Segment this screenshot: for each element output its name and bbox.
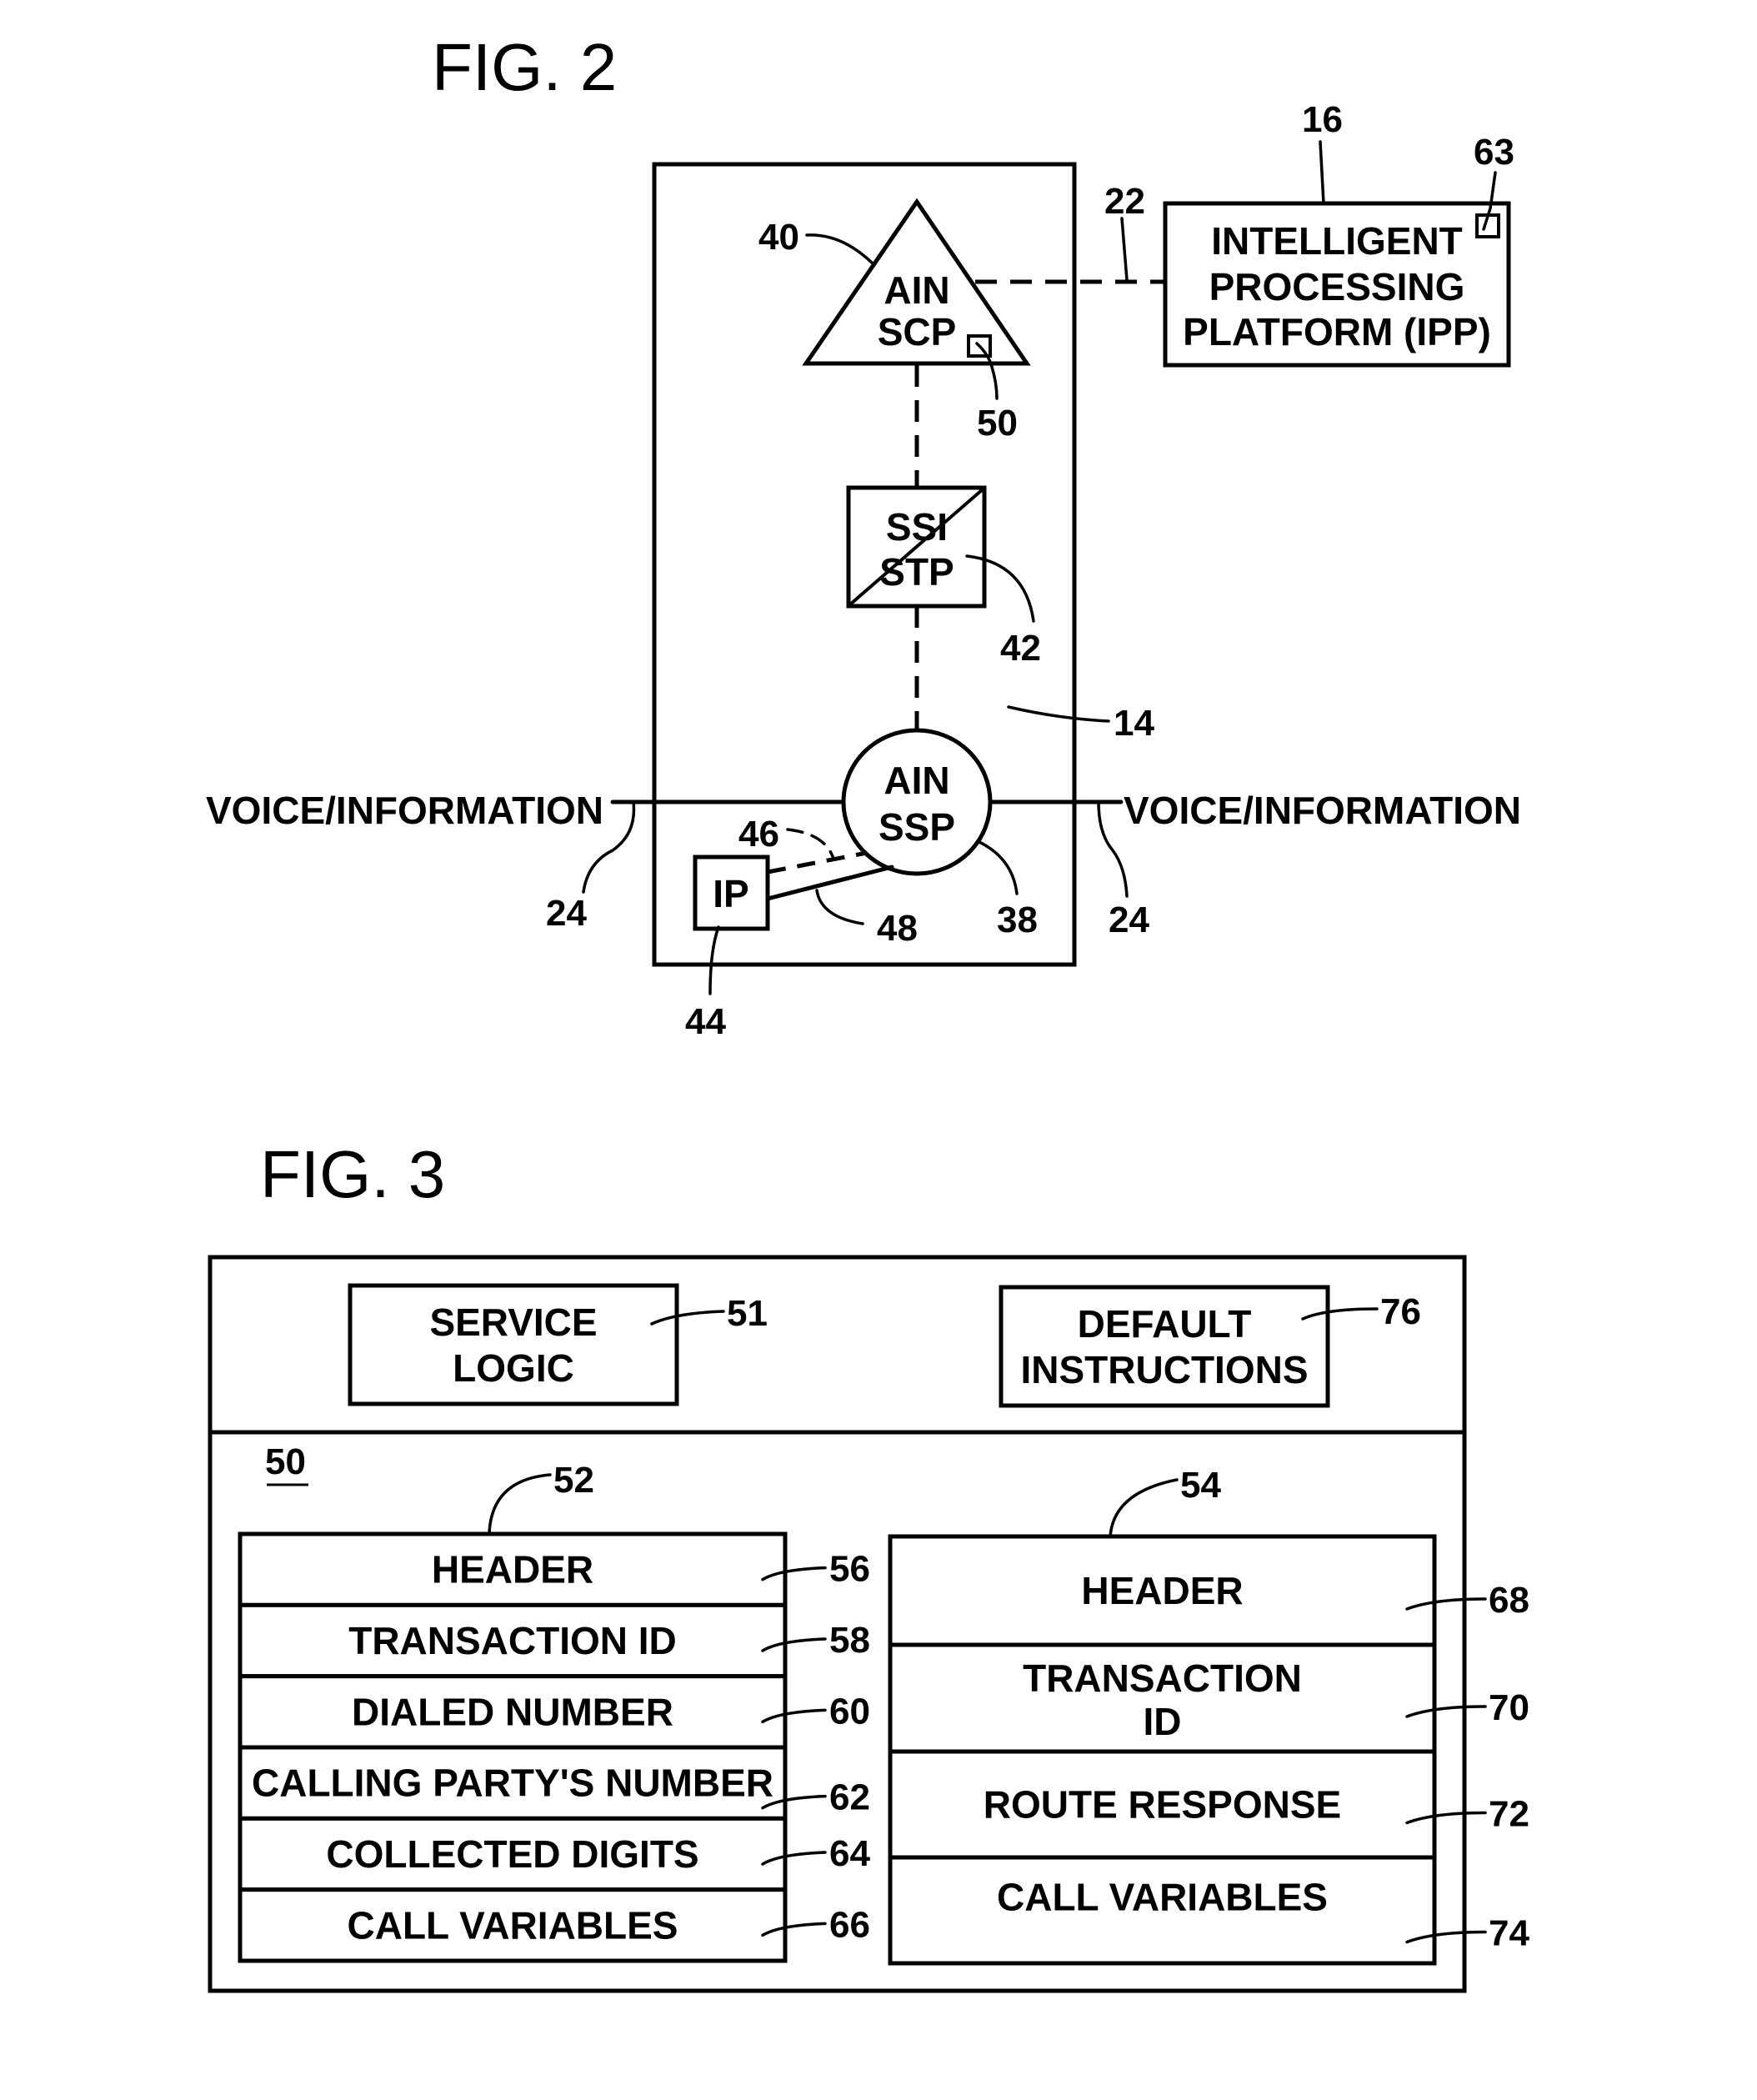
ipp-label-2: PROCESSING [1209, 265, 1465, 308]
ssp-label-2: SSP [878, 805, 955, 849]
leader-54 [1109, 1478, 1179, 1538]
ref-22: 22 [1104, 181, 1145, 222]
ref-14: 14 [1114, 703, 1154, 744]
response-field-label: HEADER [1081, 1569, 1243, 1612]
leader-46 [786, 828, 835, 860]
ref-44: 44 [685, 1001, 726, 1042]
fig2-title: FIG. 2 [432, 30, 617, 104]
ref-51: 51 [727, 1293, 768, 1334]
response-field-label: ROUTE RESPONSE [984, 1783, 1341, 1827]
query-field-label: DIALED NUMBER [352, 1690, 673, 1733]
service-logic-label-1: SERVICE [429, 1301, 597, 1344]
leader-16 [1319, 140, 1325, 205]
leader-24-right [1097, 800, 1129, 898]
response-field-ref: 68 [1489, 1580, 1529, 1621]
response-field-label-2: ID [1144, 1700, 1182, 1743]
service-logic-label-2: LOGIC [453, 1346, 574, 1390]
default-instructions-label-2: INSTRUCTIONS [1021, 1348, 1309, 1391]
leader-44 [708, 925, 720, 995]
query-field-ref: 56 [829, 1549, 870, 1590]
query-field-label: CALLING PARTY'S NUMBER [252, 1762, 773, 1805]
patent-drawing: FIG. 2 AIN SCP 50 40 22 INTELLIGENT PROC… [206, 30, 1529, 1993]
leader-14 [1007, 705, 1110, 723]
ref-63: 63 [1474, 132, 1514, 173]
stp-label-1: SSI [886, 505, 948, 549]
query-field-ref: 66 [829, 1904, 870, 1945]
query-field-ref: 64 [829, 1833, 870, 1874]
ipp-label-3: PLATFORM (IPP) [1183, 310, 1491, 353]
query-message-table: HEADER 56 TRANSACTION ID 58 DIALED NUMBER 60 C… [238, 1531, 870, 1963]
query-field-label: CALL VARIABLES [348, 1903, 678, 1947]
response-field-ref: 74 [1489, 1913, 1529, 1954]
leader-38 [978, 840, 1019, 895]
query-field-label: TRANSACTION ID [348, 1619, 677, 1662]
response-field-ref: 72 [1489, 1794, 1529, 1835]
ip-link-dashed-46 [767, 850, 868, 875]
ref-46: 46 [738, 814, 779, 855]
ref-38: 38 [997, 900, 1038, 940]
response-field-ref: 70 [1489, 1687, 1529, 1728]
response-field-label: CALL VARIABLES [997, 1876, 1328, 1919]
ref-24-right: 24 [1109, 900, 1149, 940]
leader-40 [805, 233, 874, 265]
response-field-label: TRANSACTION [1023, 1656, 1302, 1700]
query-field-ref: 62 [829, 1777, 870, 1818]
default-instructions-label-1: DEFAULT [1078, 1302, 1252, 1346]
ref-16: 16 [1302, 99, 1343, 140]
ip-link-solid-48 [765, 865, 894, 901]
voice-label-right: VOICE/INFORMATION [1124, 789, 1521, 832]
scp-label-2: SCP [878, 310, 957, 353]
ref-24-left: 24 [546, 893, 587, 934]
response-message-table: HEADER 68 TRANSACTIONID 70 ROUTE RESPONSE 72 C… [888, 1534, 1529, 1966]
scp-label-1: AIN [884, 268, 949, 312]
ipp-label-1: INTELLIGENT [1211, 219, 1463, 263]
query-field-label: COLLECTED DIGITS [326, 1832, 698, 1876]
ref-40: 40 [758, 217, 799, 258]
leader-52 [488, 1473, 552, 1535]
ref-76: 76 [1380, 1291, 1421, 1332]
query-field-ref: 60 [829, 1691, 870, 1732]
query-field-label: HEADER [432, 1548, 593, 1591]
ref-50-memory: 50 [265, 1441, 306, 1482]
leader-22 [1120, 217, 1129, 282]
stp-label-2: STP [879, 550, 954, 594]
fig3-title: FIG. 3 [260, 1137, 445, 1211]
ref-48: 48 [877, 908, 918, 949]
ref-52: 52 [553, 1460, 594, 1501]
ip-label: IP [713, 872, 748, 915]
ref-42: 42 [1000, 628, 1041, 669]
ref-54: 54 [1180, 1465, 1221, 1506]
voice-label-left: VOICE/INFORMATION [206, 789, 603, 832]
ssp-label-1: AIN [884, 759, 949, 802]
leader-48 [815, 889, 864, 925]
ref-50: 50 [977, 403, 1018, 444]
query-field-ref: 58 [829, 1620, 870, 1661]
